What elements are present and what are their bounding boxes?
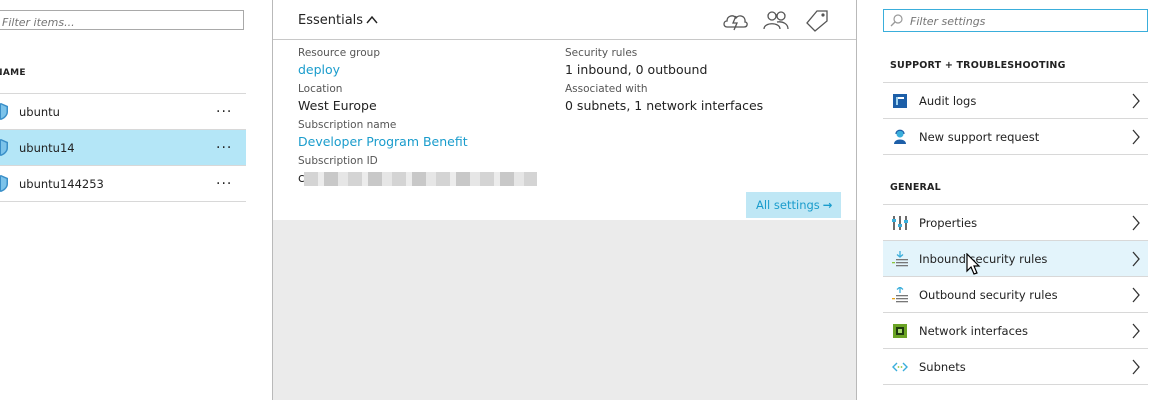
chevron-right-icon [1132,287,1140,303]
settings-item-label: Inbound security rules [919,252,1048,266]
associated-with-label: Associated with [565,83,648,95]
chevron-right-icon [1132,93,1140,109]
network-security-group-icon [0,103,8,120]
list-item-ubuntu[interactable]: ubuntu ... [0,94,246,130]
subscription-name-label: Subscription name [298,119,397,131]
mouse-cursor-icon [966,253,981,275]
settings-item-label: Audit logs [919,94,977,108]
list-item-ubuntu144253[interactable]: ubuntu144253 ... [0,166,246,202]
settings-item-subnets[interactable]: Subnets [883,349,1148,385]
filter-items-input[interactable] [0,13,243,32]
location-value: West Europe [298,98,377,113]
settings-item-new-support-request[interactable]: New support request [883,119,1148,155]
settings-item-label: Properties [919,216,978,230]
security-rules-label: Security rules [565,47,638,59]
properties-icon [892,216,908,230]
chevron-right-icon [1132,359,1140,375]
subnets-icon [892,362,908,372]
users-icon[interactable] [762,8,790,32]
section-title-support: SUPPORT + TROUBLESHOOTING [890,60,1066,71]
subscription-name-link[interactable]: Developer Program Benefit [298,134,468,149]
more-options-icon[interactable]: ... [216,136,232,152]
settings-item-label: Network interfaces [919,324,1028,338]
arrow-right-icon: → [822,198,833,212]
list-item-ubuntu14[interactable]: ubuntu14 ... [0,130,246,166]
list-item-name: ubuntu144253 [19,177,104,191]
settings-item-outbound-security-rules[interactable]: Outbound security rules [883,277,1148,313]
settings-item-inbound-security-rules[interactable]: Inbound security rules [883,241,1148,277]
settings-item-audit-logs[interactable]: Audit logs [883,83,1148,119]
inbound-rules-icon [892,251,908,267]
support-person-icon [894,129,906,144]
filter-items-box[interactable] [0,10,244,32]
more-options-icon[interactable]: ... [216,100,232,116]
blade-border-right [856,0,857,400]
list-item-name: ubuntu [19,105,60,119]
settings-item-label: Outbound security rules [919,288,1058,302]
network-security-group-icon [0,139,8,156]
settings-item-label: Subnets [919,360,966,374]
more-options-icon[interactable]: ... [216,172,232,188]
network-security-group-icon [0,175,8,192]
section-title-general: GENERAL [890,182,941,193]
blade-content-area [273,220,856,400]
all-settings-button[interactable]: All settings → [746,192,841,218]
network-interface-icon [893,324,907,338]
audit-log-icon [893,94,907,108]
chevron-right-icon [1132,323,1140,339]
resource-group-link[interactable]: deploy [298,62,340,77]
chevron-up-icon[interactable] [366,14,378,26]
settings-item-network-interfaces[interactable]: Network interfaces [883,313,1148,349]
security-rules-value: 1 inbound, 0 outbound [565,62,708,77]
search-icon [890,14,903,27]
all-settings-label: All settings [756,198,820,212]
resource-group-label: Resource group [298,47,380,59]
location-label: Location [298,83,343,95]
name-column-header[interactable]: NAME [0,68,26,78]
settings-search-box[interactable] [883,9,1148,33]
essentials-title[interactable]: Essentials [298,13,363,28]
settings-search-input[interactable] [908,10,1132,33]
chevron-right-icon [1132,215,1140,231]
settings-item-label: New support request [919,130,1040,144]
subscription-id-redacted [304,172,537,186]
tag-icon[interactable] [803,8,831,32]
resource-list-blade: NAME ubuntu ... ubuntu14 ... ubuntu14425… [0,0,246,400]
chevron-right-icon [1132,129,1140,145]
list-item-name: ubuntu14 [19,141,75,155]
subscription-id-label: Subscription ID [298,155,378,167]
settings-item-properties[interactable]: Properties [883,205,1148,241]
cloud-settings-icon[interactable] [721,8,749,32]
essentials-divider [273,39,856,40]
outbound-rules-icon [892,287,908,303]
associated-with-value: 0 subnets, 1 network interfaces [565,98,764,113]
chevron-right-icon [1132,251,1140,267]
